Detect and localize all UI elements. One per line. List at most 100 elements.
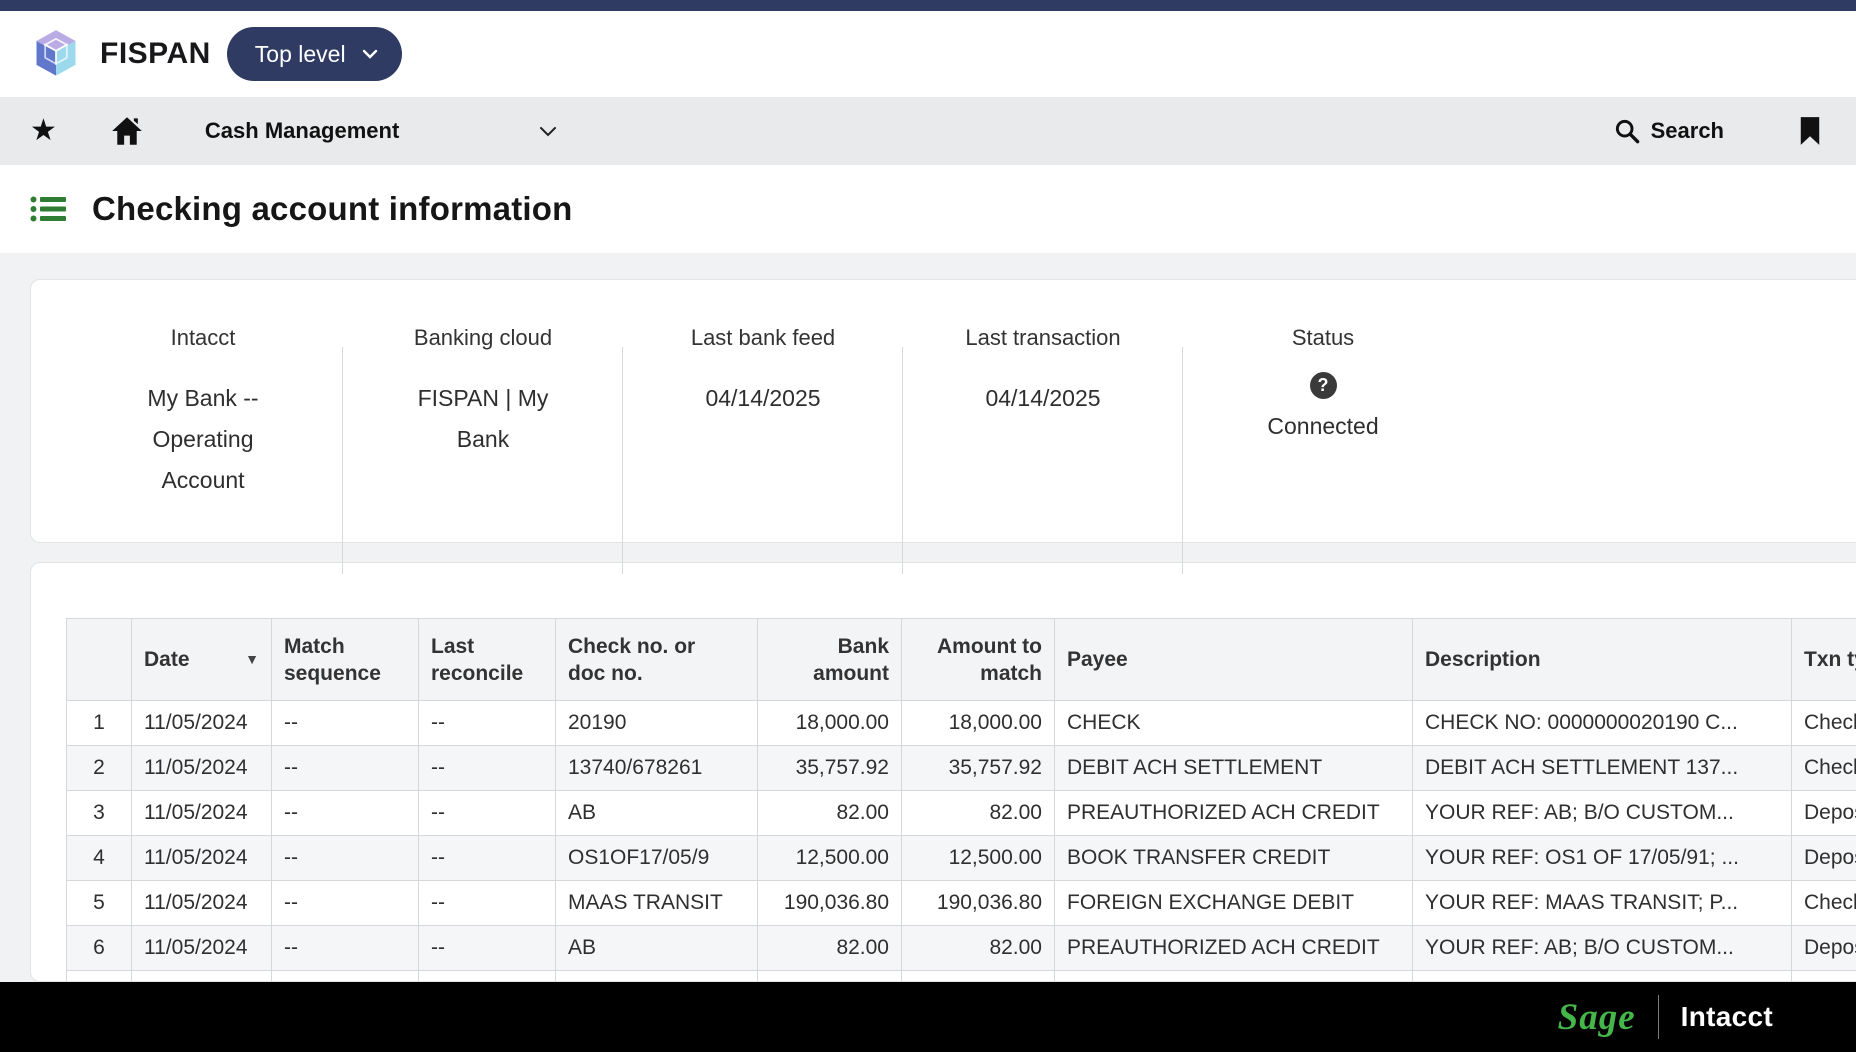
account-summary-card: Intacct My Bank -- Operating Account Ban… bbox=[30, 279, 1856, 543]
cell-last-reconcile: -- bbox=[419, 881, 556, 926]
cell-row-num: 5 bbox=[67, 881, 132, 926]
home-icon[interactable] bbox=[111, 116, 143, 146]
cell-check-no: AB bbox=[556, 791, 758, 836]
cell-date: 11/05/2024 bbox=[132, 881, 272, 926]
page-title: Checking account information bbox=[92, 190, 572, 228]
cell-last-reconcile: -- bbox=[419, 926, 556, 971]
cell-last-reconcile: -- bbox=[419, 971, 556, 983]
summary-value: 04/14/2025 bbox=[903, 378, 1183, 419]
sort-desc-icon: ▼ bbox=[245, 646, 259, 673]
cell-row-num: 2 bbox=[67, 746, 132, 791]
app-footer: Sage Intacct bbox=[0, 982, 1856, 1052]
summary-value: FISPAN | My Bank bbox=[343, 378, 623, 460]
bookmark-icon[interactable] bbox=[1798, 116, 1822, 146]
search-icon bbox=[1614, 118, 1641, 145]
fispan-logo-icon bbox=[30, 28, 82, 80]
cell-bank-amount: 12,500.00 bbox=[758, 836, 902, 881]
cell-date: 11/05/2024 bbox=[132, 926, 272, 971]
cell-description: YOUR REF: MAAS TRANSIT; P... bbox=[1413, 881, 1792, 926]
table-row[interactable]: 6 11/05/2024 -- -- AB 82.00 82.00 PREAUT… bbox=[67, 926, 1856, 971]
cell-amount-to-match: 12,500.00 bbox=[902, 836, 1055, 881]
cell-payee: BOOK TRANSFER CREDIT bbox=[1055, 836, 1413, 881]
cell-amount-to-match: 35,757.92 bbox=[902, 971, 1055, 983]
search-label: Search bbox=[1651, 118, 1724, 144]
search-button[interactable]: Search bbox=[1614, 118, 1724, 145]
col-check-no: Check no. or doc no. bbox=[556, 619, 758, 701]
status-help-icon[interactable]: ? bbox=[1310, 372, 1337, 399]
cell-row-num: 3 bbox=[67, 791, 132, 836]
chevron-down-icon bbox=[362, 49, 378, 59]
cell-txn-type: Deposit bbox=[1792, 791, 1856, 836]
cell-payee: PREAUTHORIZED ACH CREDIT bbox=[1055, 926, 1413, 971]
cell-description: DEBIT ACH SETTLEMENT 137... bbox=[1413, 971, 1792, 983]
cell-amount-to-match: 35,757.92 bbox=[902, 746, 1055, 791]
chevron-down-icon bbox=[539, 126, 557, 137]
cell-check-no: AB bbox=[556, 926, 758, 971]
cell-txn-type: Deposit bbox=[1792, 836, 1856, 881]
cell-check-no: 20190 bbox=[556, 701, 758, 746]
cell-row-num: 1 bbox=[67, 701, 132, 746]
cell-amount-to-match: 18,000.00 bbox=[902, 701, 1055, 746]
summary-label: Last transaction bbox=[903, 325, 1183, 351]
top-accent-strip bbox=[0, 0, 1856, 11]
cell-match-sequence: -- bbox=[272, 836, 419, 881]
transactions-table: Date ▼ Match sequence Last reconcile Che… bbox=[66, 618, 1856, 982]
col-date-sortable[interactable]: Date ▼ bbox=[132, 619, 272, 701]
app-header: FISPAN Top level bbox=[0, 11, 1856, 97]
cell-date: 11/05/2024 bbox=[132, 836, 272, 881]
table-row[interactable]: 7 11/05/2024 -- -- 13740/678261 35,757.9… bbox=[67, 971, 1856, 983]
cell-txn-type: Check bbox=[1792, 881, 1856, 926]
cell-bank-amount: 190,036.80 bbox=[758, 881, 902, 926]
summary-col-intacct: Intacct My Bank -- Operating Account bbox=[63, 325, 343, 542]
cell-match-sequence: -- bbox=[272, 971, 419, 983]
cell-amount-to-match: 190,036.80 bbox=[902, 881, 1055, 926]
cell-row-num: 4 bbox=[67, 836, 132, 881]
cell-payee: DEBIT ACH SETTLEMENT bbox=[1055, 746, 1413, 791]
cell-description: DEBIT ACH SETTLEMENT 137... bbox=[1413, 746, 1792, 791]
col-bank-amount: Bank amount bbox=[758, 619, 902, 701]
favorites-star-icon[interactable]: ★ bbox=[30, 116, 57, 146]
cell-description: YOUR REF: AB; B/O CUSTOM... bbox=[1413, 926, 1792, 971]
cell-bank-amount: 35,757.92 bbox=[758, 971, 902, 983]
cell-last-reconcile: -- bbox=[419, 746, 556, 791]
cell-date: 11/05/2024 bbox=[132, 746, 272, 791]
page-menu-icon[interactable] bbox=[30, 195, 66, 223]
summary-label: Intacct bbox=[63, 325, 343, 351]
cell-txn-type: Check bbox=[1792, 746, 1856, 791]
table-row[interactable]: 5 11/05/2024 -- -- MAAS TRANSIT 190,036.… bbox=[67, 881, 1856, 926]
cell-description: YOUR REF: AB; B/O CUSTOM... bbox=[1413, 791, 1792, 836]
cell-row-num: 7 bbox=[67, 971, 132, 983]
cell-last-reconcile: -- bbox=[419, 701, 556, 746]
cell-bank-amount: 35,757.92 bbox=[758, 746, 902, 791]
cell-check-no: 13740/678261 bbox=[556, 746, 758, 791]
cell-check-no: OS1OF17/05/9 bbox=[556, 836, 758, 881]
table-row[interactable]: 3 11/05/2024 -- -- AB 82.00 82.00 PREAUT… bbox=[67, 791, 1856, 836]
summary-label: Status bbox=[1183, 325, 1463, 351]
table-row[interactable]: 2 11/05/2024 -- -- 13740/678261 35,757.9… bbox=[67, 746, 1856, 791]
cell-bank-amount: 18,000.00 bbox=[758, 701, 902, 746]
cell-match-sequence: -- bbox=[272, 791, 419, 836]
col-row-num bbox=[67, 619, 132, 701]
col-date-label: Date bbox=[144, 646, 190, 673]
transactions-card: Date ▼ Match sequence Last reconcile Che… bbox=[30, 562, 1856, 982]
cell-amount-to-match: 82.00 bbox=[902, 791, 1055, 836]
summary-label: Banking cloud bbox=[343, 325, 623, 351]
top-level-dropdown[interactable]: Top level bbox=[227, 27, 402, 81]
cell-row-num: 6 bbox=[67, 926, 132, 971]
summary-value: 04/14/2025 bbox=[623, 378, 903, 419]
summary-col-banking-cloud: Banking cloud FISPAN | My Bank bbox=[343, 325, 623, 542]
module-menu[interactable]: Cash Management bbox=[205, 118, 557, 144]
col-txn-type: Txn type bbox=[1792, 619, 1856, 701]
page-content: Intacct My Bank -- Operating Account Ban… bbox=[0, 253, 1856, 982]
cell-last-reconcile: -- bbox=[419, 836, 556, 881]
sage-logo: Sage bbox=[1558, 996, 1636, 1039]
summary-col-last-bank-feed: Last bank feed 04/14/2025 bbox=[623, 325, 903, 542]
col-last-reconcile: Last reconcile bbox=[419, 619, 556, 701]
table-row[interactable]: 1 11/05/2024 -- -- 20190 18,000.00 18,00… bbox=[67, 701, 1856, 746]
summary-col-status: Status ? Connected bbox=[1183, 325, 1463, 542]
table-row[interactable]: 4 11/05/2024 -- -- OS1OF17/05/9 12,500.0… bbox=[67, 836, 1856, 881]
cell-check-no: 13740/678261 bbox=[556, 971, 758, 983]
cell-check-no: MAAS TRANSIT bbox=[556, 881, 758, 926]
cell-date: 11/05/2024 bbox=[132, 701, 272, 746]
status-value: Connected bbox=[1183, 413, 1463, 440]
